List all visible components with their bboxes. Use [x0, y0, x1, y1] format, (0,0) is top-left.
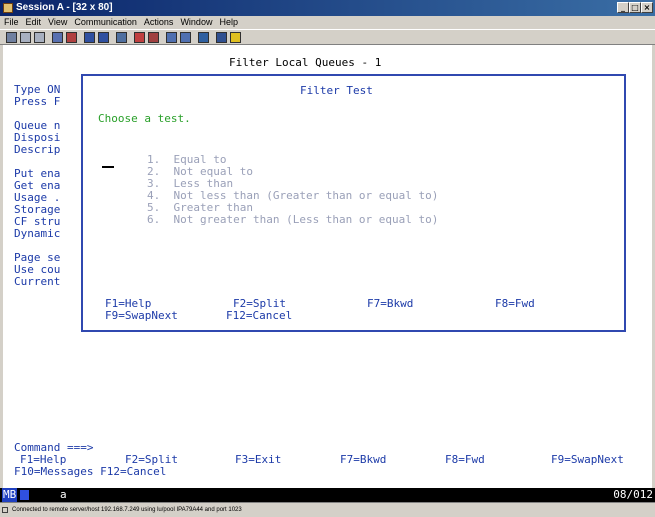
dialog-f7-bkwd[interactable]: F7=Bkwd: [367, 298, 413, 310]
menu-edit[interactable]: Edit: [26, 17, 42, 27]
field-label: Storage: [14, 203, 61, 216]
connection-status-bar: Connected to remote server/host 192.168.…: [0, 502, 655, 516]
field-label: Page se: [14, 251, 61, 264]
play-macro-icon[interactable]: [148, 32, 159, 43]
session-icon-2[interactable]: [180, 32, 191, 43]
f10-f12-keys[interactable]: F10=Messages F12=Cancel: [14, 466, 166, 478]
dialog-f8-fwd[interactable]: F8=Fwd: [495, 298, 535, 310]
f3-exit[interactable]: F3=Exit: [235, 454, 281, 466]
cursor-position: 08/012: [613, 488, 653, 501]
connection-icon: [2, 507, 8, 513]
receive-file-icon[interactable]: [66, 32, 77, 43]
customize-icon[interactable]: [198, 32, 209, 43]
mode-indicator: MB: [2, 488, 18, 502]
command-label: Command ===>: [14, 441, 94, 454]
f2-split[interactable]: F2=Split: [125, 454, 178, 466]
terminal-screen[interactable]: Filter Local Queues - 1 Type ON Press F …: [3, 45, 652, 488]
title-bar: Session A - [32 x 80] _ □ ×: [0, 0, 655, 16]
input-cursor-block: [20, 490, 29, 500]
menu-actions[interactable]: Actions: [144, 17, 174, 27]
field-label: Use cou: [14, 263, 61, 276]
emulator-window: Session A - [32 x 80] _ □ × File Edit View…: [0, 0, 655, 516]
print-screen-icon[interactable]: [6, 32, 17, 43]
field-label: Put ena: [14, 167, 61, 180]
f7-bkwd[interactable]: F7=Bkwd: [340, 454, 386, 466]
clipboard-icon[interactable]: [216, 32, 227, 43]
menu-bar: File Edit View Communication Actions Window He…: [0, 16, 655, 29]
field-label: Usage .: [14, 191, 61, 204]
dialog-prompt: Choose a test.: [98, 112, 191, 125]
field-label: Press F: [14, 95, 61, 108]
text-cursor: [102, 166, 114, 168]
connection-message: Connected to remote server/host 192.168.…: [12, 507, 242, 513]
window-title: Session A - [32 x 80]: [16, 2, 113, 13]
minimize-button[interactable]: _: [617, 2, 629, 13]
copy-icon[interactable]: [20, 32, 31, 43]
color-setup-icon[interactable]: [116, 32, 127, 43]
field-label: Disposi: [14, 131, 61, 144]
send-file-icon[interactable]: [52, 32, 63, 43]
paste-icon[interactable]: [34, 32, 45, 43]
keyboard-setup-icon[interactable]: [98, 32, 109, 43]
dialog-f1-help[interactable]: F1=Help: [105, 298, 151, 310]
field-label: Descrip: [14, 143, 61, 156]
option-not-equal-to[interactable]: 2. Not equal to: [147, 166, 253, 178]
menu-window[interactable]: Window: [180, 17, 212, 27]
dialog-title: Filter Test: [300, 84, 373, 97]
toolbar: [0, 29, 655, 45]
settings-icon[interactable]: [230, 32, 241, 43]
option-greater-than[interactable]: 5. Greater than: [147, 202, 253, 214]
screen-header: Filter Local Queues - 1: [229, 56, 382, 69]
menu-communication[interactable]: Communication: [74, 17, 137, 27]
field-label: Dynamic: [14, 227, 61, 240]
option-not-greater-than[interactable]: 6. Not greater than (Less than or equal …: [147, 214, 438, 226]
option-equal-to[interactable]: 1. Equal to: [147, 154, 226, 166]
dialog-f12-cancel[interactable]: F12=Cancel: [226, 310, 292, 322]
operator-info-area: MB a 08/012: [0, 488, 655, 502]
maximize-button[interactable]: □: [629, 2, 641, 13]
field-label: Current: [14, 275, 61, 288]
option-not-less-than[interactable]: 4. Not less than (Greater than or equal …: [147, 190, 438, 202]
session-icon[interactable]: [166, 32, 177, 43]
dialog-f2-split[interactable]: F2=Split: [233, 298, 286, 310]
filter-test-dialog: Filter Test Choose a test. 1. Equal to 2…: [81, 74, 626, 332]
menu-file[interactable]: File: [4, 17, 19, 27]
f9-swapnext[interactable]: F9=SwapNext: [551, 454, 624, 466]
record-macro-icon[interactable]: [134, 32, 145, 43]
menu-help[interactable]: Help: [219, 17, 238, 27]
menu-view[interactable]: View: [48, 17, 67, 27]
close-button[interactable]: ×: [641, 2, 653, 13]
display-setup-icon[interactable]: [84, 32, 95, 43]
option-less-than[interactable]: 3. Less than: [147, 178, 233, 190]
app-icon: [3, 3, 13, 13]
field-label: Type ON: [14, 83, 61, 96]
field-label: Queue n: [14, 119, 61, 132]
input-indicator: a: [60, 488, 67, 501]
f8-fwd[interactable]: F8=Fwd: [445, 454, 485, 466]
field-label: CF stru: [14, 215, 61, 228]
field-label: Get ena: [14, 179, 61, 192]
f1-help[interactable]: F1=Help: [20, 454, 66, 466]
dialog-f9-swapnext[interactable]: F9=SwapNext: [105, 310, 178, 322]
